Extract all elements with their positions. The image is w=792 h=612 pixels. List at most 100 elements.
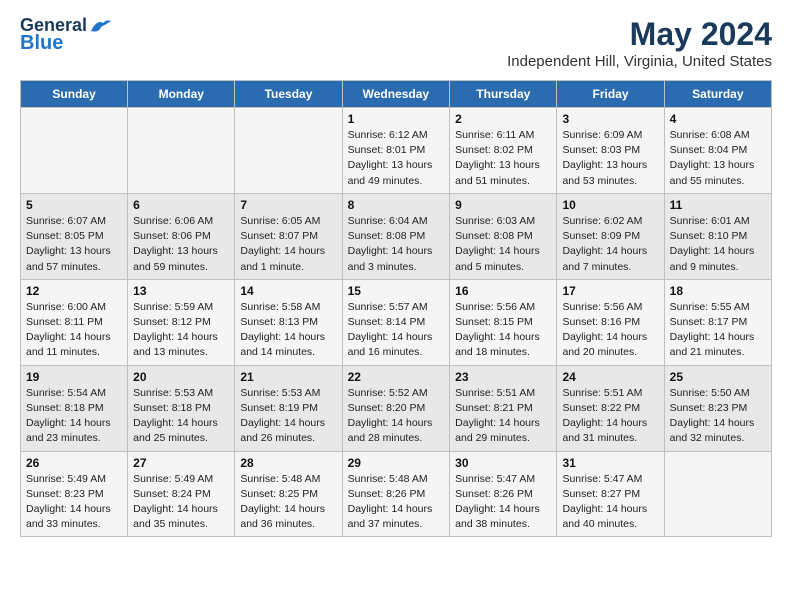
day-info: Sunrise: 5:49 AMSunset: 8:24 PMDaylight:… — [133, 472, 229, 533]
calendar-cell: 3 Sunrise: 6:09 AMSunset: 8:03 PMDaylight… — [557, 108, 664, 194]
calendar-cell: 15 Sunrise: 5:57 AMSunset: 8:14 PMDayligh… — [342, 279, 450, 365]
logo-blue-text: Blue — [20, 32, 63, 54]
weekday-header-saturday: Saturday — [664, 81, 771, 108]
calendar-cell: 4 Sunrise: 6:08 AMSunset: 8:04 PMDaylight… — [664, 108, 771, 194]
weekday-header-tuesday: Tuesday — [235, 81, 342, 108]
day-info: Sunrise: 5:56 AMSunset: 8:16 PMDaylight:… — [562, 300, 658, 361]
calendar-subtitle: Independent Hill, Virginia, United State… — [507, 53, 772, 70]
day-number: 14 — [240, 284, 336, 298]
day-number: 21 — [240, 370, 336, 384]
day-info: Sunrise: 5:48 AMSunset: 8:26 PMDaylight:… — [348, 472, 445, 533]
calendar-cell: 11Sunrise: 6:01 AMSunset: 8:10 PMDayligh… — [664, 193, 771, 279]
day-number: 2 — [455, 112, 551, 126]
day-number: 6 — [133, 198, 229, 212]
day-number: 25 — [670, 370, 766, 384]
day-number: 18 — [670, 284, 766, 298]
calendar-cell: 13 Sunrise: 5:59 AMSunset: 8:12 PMDayligh… — [128, 279, 235, 365]
calendar-cell — [235, 108, 342, 194]
calendar-cell: 26 Sunrise: 5:49 AMSunset: 8:23 PMDayligh… — [21, 451, 128, 537]
day-number: 10 — [562, 198, 658, 212]
calendar-cell: 18 Sunrise: 5:55 AMSunset: 8:17 PMDayligh… — [664, 279, 771, 365]
day-number: 26 — [26, 456, 122, 470]
weekday-header-monday: Monday — [128, 81, 235, 108]
calendar-cell: 2 Sunrise: 6:11 AMSunset: 8:02 PMDaylight… — [450, 108, 557, 194]
calendar-cell: 27Sunrise: 5:49 AMSunset: 8:24 PMDayligh… — [128, 451, 235, 537]
calendar-cell: 6Sunrise: 6:06 AMSunset: 8:06 PMDaylight… — [128, 193, 235, 279]
calendar-week-row: 12 Sunrise: 6:00 AMSunset: 8:11 PMDayligh… — [21, 279, 772, 365]
day-number: 12 — [26, 284, 122, 298]
day-info: Sunrise: 5:51 AMSunset: 8:22 PMDaylight:… — [562, 386, 658, 447]
calendar-cell: 28 Sunrise: 5:48 AMSunset: 8:25 PMDayligh… — [235, 451, 342, 537]
day-number: 16 — [455, 284, 551, 298]
day-info: Sunrise: 5:52 AMSunset: 8:20 PMDaylight:… — [348, 386, 445, 447]
calendar-cell: 8Sunrise: 6:04 AMSunset: 8:08 PMDaylight… — [342, 193, 450, 279]
calendar-cell: 12 Sunrise: 6:00 AMSunset: 8:11 PMDayligh… — [21, 279, 128, 365]
day-info: Sunrise: 5:57 AMSunset: 8:14 PMDaylight:… — [348, 300, 445, 361]
day-number: 20 — [133, 370, 229, 384]
day-number: 28 — [240, 456, 336, 470]
day-info: Sunrise: 5:55 AMSunset: 8:17 PMDaylight:… — [670, 300, 766, 361]
day-info: Sunrise: 6:07 AMSunset: 8:05 PMDaylight:… — [26, 214, 122, 275]
day-info: Sunrise: 5:59 AMSunset: 8:12 PMDaylight:… — [133, 300, 229, 361]
day-info: Sunrise: 6:04 AMSunset: 8:08 PMDaylight:… — [348, 214, 445, 275]
day-info: Sunrise: 5:48 AMSunset: 8:25 PMDaylight:… — [240, 472, 336, 533]
day-number: 4 — [670, 112, 766, 126]
day-number: 13 — [133, 284, 229, 298]
day-info: Sunrise: 5:49 AMSunset: 8:23 PMDaylight:… — [26, 472, 122, 533]
day-info: Sunrise: 5:58 AMSunset: 8:13 PMDaylight:… — [240, 300, 336, 361]
day-number: 11 — [670, 198, 766, 212]
calendar-cell: 31 Sunrise: 5:47 AMSunset: 8:27 PMDayligh… — [557, 451, 664, 537]
logo-bird-icon — [89, 17, 111, 35]
calendar-week-row: 19Sunrise: 5:54 AMSunset: 8:18 PMDayligh… — [21, 365, 772, 451]
calendar-cell: 9Sunrise: 6:03 AMSunset: 8:08 PMDaylight… — [450, 193, 557, 279]
calendar-week-row: 26 Sunrise: 5:49 AMSunset: 8:23 PMDayligh… — [21, 451, 772, 537]
day-info: Sunrise: 5:53 AMSunset: 8:19 PMDaylight:… — [240, 386, 336, 447]
day-number: 5 — [26, 198, 122, 212]
calendar-header: SundayMondayTuesdayWednesdayThursdayFrid… — [21, 81, 772, 108]
calendar-week-row: 5 Sunrise: 6:07 AMSunset: 8:05 PMDaylight… — [21, 193, 772, 279]
day-info: Sunrise: 6:03 AMSunset: 8:08 PMDaylight:… — [455, 214, 551, 275]
calendar-cell: 10 Sunrise: 6:02 AMSunset: 8:09 PMDayligh… — [557, 193, 664, 279]
day-info: Sunrise: 5:50 AMSunset: 8:23 PMDaylight:… — [670, 386, 766, 447]
calendar-body: 1 Sunrise: 6:12 AMSunset: 8:01 PMDaylight… — [21, 108, 772, 537]
calendar-cell: 19Sunrise: 5:54 AMSunset: 8:18 PMDayligh… — [21, 365, 128, 451]
day-info: Sunrise: 5:56 AMSunset: 8:15 PMDaylight:… — [455, 300, 551, 361]
logo: General Blue — [20, 16, 111, 54]
calendar-cell: 16 Sunrise: 5:56 AMSunset: 8:15 PMDayligh… — [450, 279, 557, 365]
day-info: Sunrise: 5:53 AMSunset: 8:18 PMDaylight:… — [133, 386, 229, 447]
day-number: 15 — [348, 284, 445, 298]
weekday-header-thursday: Thursday — [450, 81, 557, 108]
calendar-cell: 5 Sunrise: 6:07 AMSunset: 8:05 PMDaylight… — [21, 193, 128, 279]
day-number: 29 — [348, 456, 445, 470]
day-number: 7 — [240, 198, 336, 212]
day-info: Sunrise: 6:00 AMSunset: 8:11 PMDaylight:… — [26, 300, 122, 361]
day-info: Sunrise: 6:11 AMSunset: 8:02 PMDaylight:… — [455, 128, 551, 189]
day-number: 31 — [562, 456, 658, 470]
day-number: 30 — [455, 456, 551, 470]
calendar-cell: 14 Sunrise: 5:58 AMSunset: 8:13 PMDayligh… — [235, 279, 342, 365]
title-area: May 2024 Independent Hill, Virginia, Uni… — [507, 16, 772, 70]
day-number: 1 — [348, 112, 445, 126]
day-number: 3 — [562, 112, 658, 126]
day-info: Sunrise: 6:08 AMSunset: 8:04 PMDaylight:… — [670, 128, 766, 189]
weekday-header-sunday: Sunday — [21, 81, 128, 108]
calendar-cell: 23 Sunrise: 5:51 AMSunset: 8:21 PMDayligh… — [450, 365, 557, 451]
weekday-header-wednesday: Wednesday — [342, 81, 450, 108]
weekday-header-row: SundayMondayTuesdayWednesdayThursdayFrid… — [21, 81, 772, 108]
calendar-cell — [664, 451, 771, 537]
day-info: Sunrise: 6:09 AMSunset: 8:03 PMDaylight:… — [562, 128, 658, 189]
day-info: Sunrise: 5:54 AMSunset: 8:18 PMDaylight:… — [26, 386, 122, 447]
day-info: Sunrise: 6:02 AMSunset: 8:09 PMDaylight:… — [562, 214, 658, 275]
calendar-cell: 22 Sunrise: 5:52 AMSunset: 8:20 PMDayligh… — [342, 365, 450, 451]
day-info: Sunrise: 5:47 AMSunset: 8:27 PMDaylight:… — [562, 472, 658, 533]
day-number: 17 — [562, 284, 658, 298]
day-info: Sunrise: 6:12 AMSunset: 8:01 PMDaylight:… — [348, 128, 445, 189]
calendar-cell: 7Sunrise: 6:05 AMSunset: 8:07 PMDaylight… — [235, 193, 342, 279]
day-number: 22 — [348, 370, 445, 384]
calendar-cell: 1 Sunrise: 6:12 AMSunset: 8:01 PMDaylight… — [342, 108, 450, 194]
day-info: Sunrise: 5:51 AMSunset: 8:21 PMDaylight:… — [455, 386, 551, 447]
calendar-table: SundayMondayTuesdayWednesdayThursdayFrid… — [20, 80, 772, 537]
day-info: Sunrise: 5:47 AMSunset: 8:26 PMDaylight:… — [455, 472, 551, 533]
calendar-cell: 21 Sunrise: 5:53 AMSunset: 8:19 PMDayligh… — [235, 365, 342, 451]
day-number: 23 — [455, 370, 551, 384]
